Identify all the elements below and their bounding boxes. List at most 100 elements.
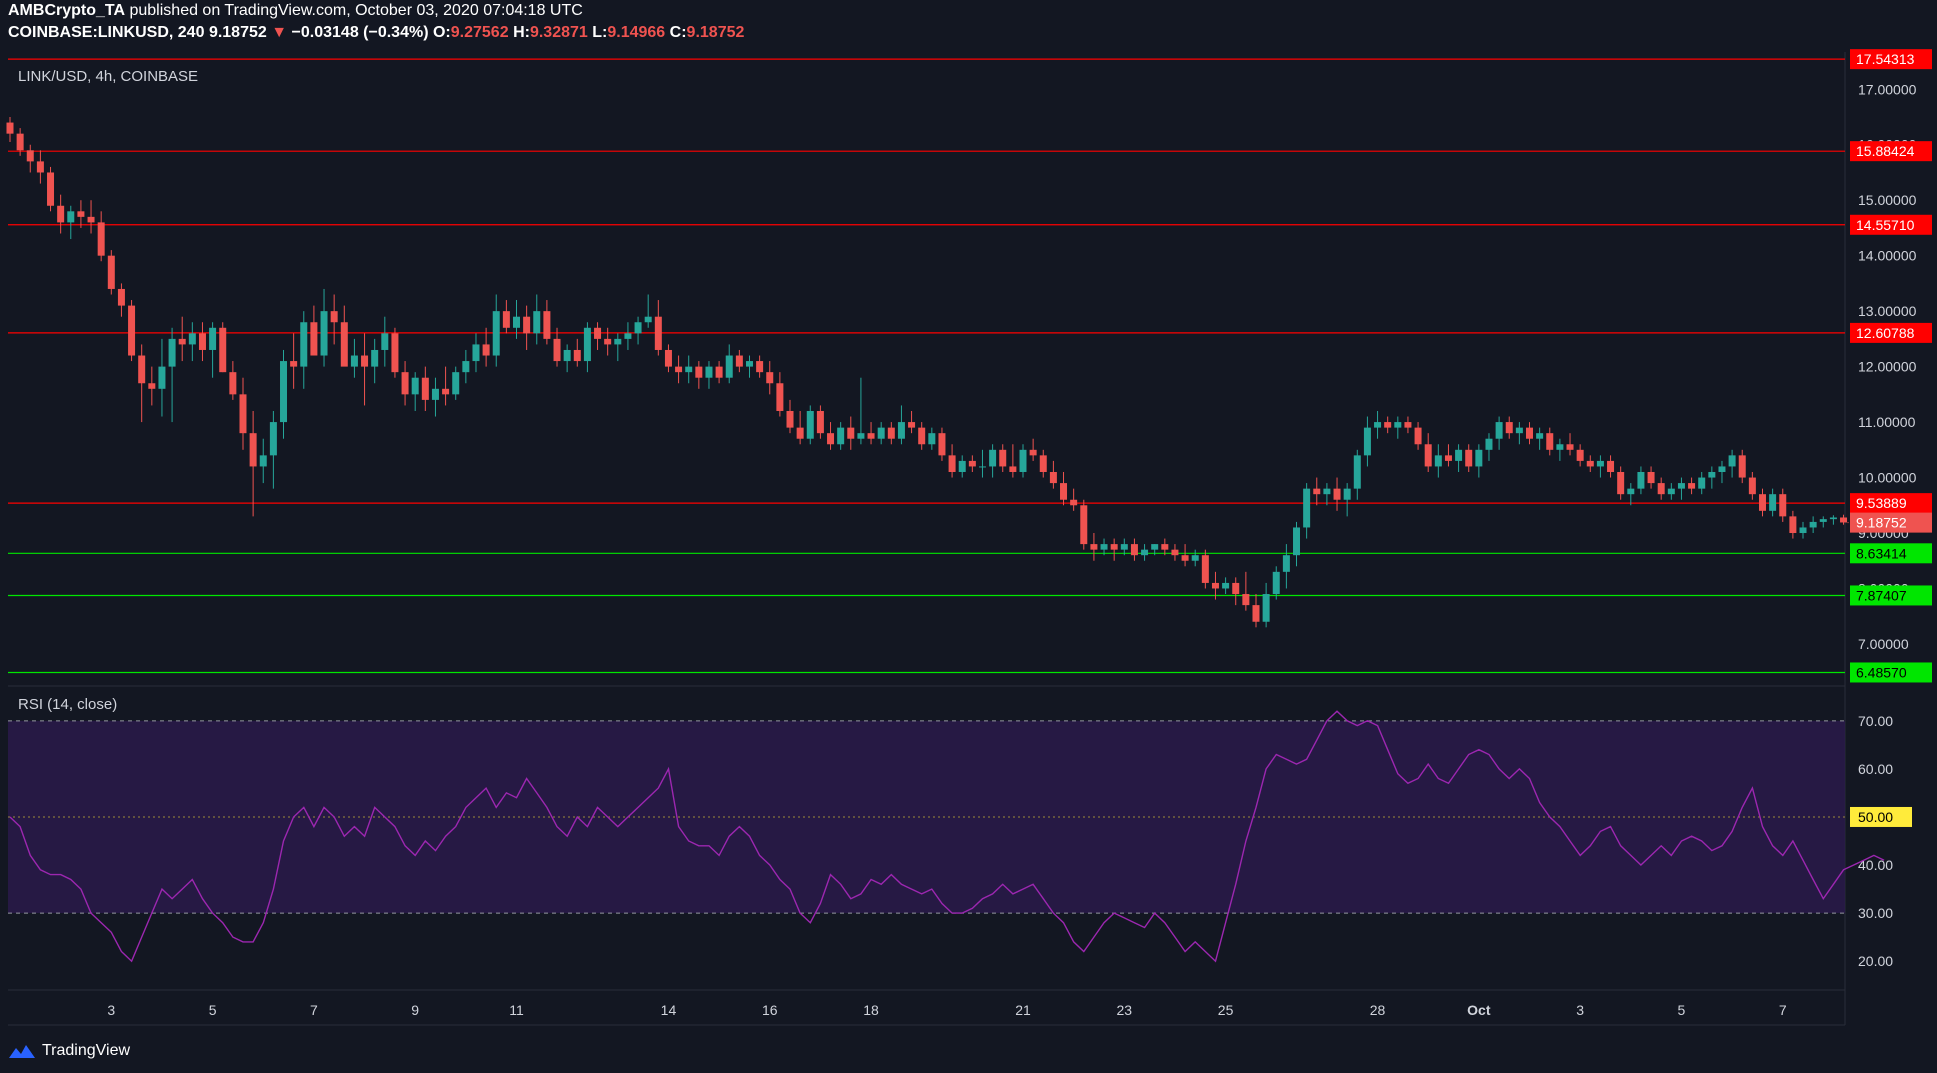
candle-body [1323,488,1331,495]
candle-body [290,361,298,367]
candle-body [1708,472,1716,478]
down-arrow-icon: ▼ [271,24,288,41]
candle-body [1049,472,1057,484]
candle-body [462,361,470,373]
candle-body [1748,477,1756,495]
candle-body [989,449,997,467]
candle-body [1161,544,1169,550]
footer-brand[interactable]: TradingView [8,1037,130,1065]
candle-body [1546,433,1554,450]
candle-body [715,366,723,378]
candle-body [219,327,227,373]
candle-body [634,322,642,334]
candle-body [664,349,672,367]
time-tick-label: 3 [1576,1002,1584,1018]
candle-body [1718,466,1726,472]
candle-body [107,255,115,289]
candle-body [938,433,946,456]
candle-body [1333,488,1341,500]
candle-body [654,316,662,350]
candle-body [431,388,439,400]
candle-body [1404,422,1412,428]
rsi-midline-label: 50.00 [1858,809,1893,825]
candle-body [644,316,652,323]
candle-body [16,133,24,151]
candle-body [87,216,95,223]
candle-body [381,333,389,350]
candle-body [1019,449,1027,472]
candle-body [1060,483,1068,500]
candle-body [1657,483,1665,495]
high-value: 9.32871 [529,24,588,41]
candle-body [1779,494,1787,517]
candle-body [259,455,267,467]
time-tick-label: 11 [509,1002,524,1018]
resistance-level-label: 14.55710 [1856,217,1915,233]
candle-body [1424,444,1432,467]
candle-body [1829,517,1837,520]
candle-body [310,322,318,356]
price-tick-label: 15.00000 [1858,192,1917,208]
candle-body [350,355,358,367]
candle-body [1201,555,1209,583]
candle-body [1728,455,1736,467]
support-level-label: 7.87407 [1856,587,1907,603]
candle-body [502,311,510,328]
candle-body [401,372,409,395]
candle-body [928,433,936,445]
candle-body [837,427,845,445]
open-label: O: [432,24,451,41]
candle-body [1515,427,1523,434]
candle-body [1444,455,1452,461]
candle-body [178,338,186,345]
time-tick-label: 3 [107,1002,115,1018]
candle-body [249,433,257,467]
candle-body [1455,449,1463,461]
candle-body [97,222,105,256]
candle-body [1819,519,1827,522]
candle-body [280,361,288,423]
candle-body [543,311,551,339]
time-tick-label: 21 [1015,1002,1031,1018]
candle-body [786,410,794,428]
candle-body [148,383,156,389]
candle-body [1171,549,1179,556]
candle-body [1009,466,1017,472]
price-tick-label: 11.00000 [1858,414,1916,430]
close-value: 9.18752 [686,24,745,41]
candle-body [796,427,804,439]
brand-name: TradingView [42,1042,131,1059]
candle-body [1252,605,1260,622]
candle-body [411,377,419,395]
candle-body [1809,521,1817,528]
time-tick-label: Oct [1467,1002,1491,1018]
candle-body [1607,460,1615,472]
candle-body [918,427,926,445]
candle-body [26,150,34,162]
candle-body [1090,544,1098,550]
candle-body [1029,449,1037,456]
candle-body [1353,455,1361,489]
candle-body [725,355,733,378]
candle-body [1677,483,1685,489]
candle-body [168,338,176,367]
candle-body [1434,455,1442,467]
publisher-name[interactable]: AMBCrypto_TA [8,2,125,19]
candle-body [229,372,237,395]
candle-body [1110,544,1118,550]
tradingview-logo-icon [9,1045,35,1058]
chart-canvas: LINK/USD, 4h, COINBASE17.0000016.0000015… [0,0,1937,1073]
candle-body [442,388,450,395]
candle-body [188,333,196,345]
candle-body [1495,422,1503,439]
candle-body [1384,422,1392,428]
candle-body [1556,444,1564,450]
candle-body [523,316,531,334]
candle-body [766,372,774,384]
candle-body [77,211,85,217]
candle-body [1840,517,1848,523]
candle-body [47,172,55,206]
rsi-tick-label: 30.00 [1858,905,1893,921]
candle-body [1576,449,1584,461]
time-tick-label: 14 [661,1002,677,1018]
